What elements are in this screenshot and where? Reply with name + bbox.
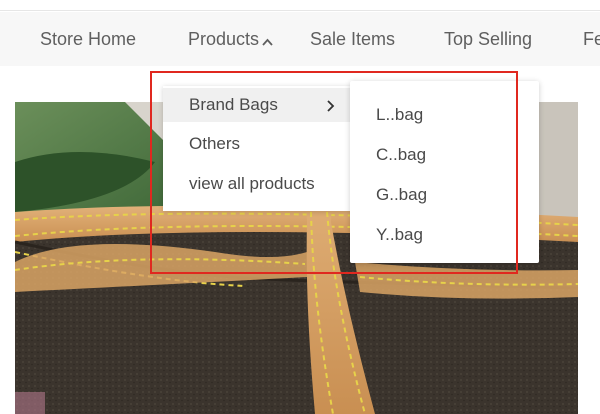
nav-sale-items[interactable]: Sale Items bbox=[310, 24, 395, 54]
top-border bbox=[0, 0, 600, 11]
submenu-item-g-bag[interactable]: G..bag bbox=[350, 178, 539, 212]
store-nav-bar: Store Home Products Sale Items Top Selli… bbox=[0, 12, 600, 66]
nav-top-selling[interactable]: Top Selling bbox=[444, 24, 532, 54]
menu-item-label: Brand Bags bbox=[189, 95, 278, 114]
nav-products-label: Products bbox=[188, 29, 260, 49]
brand-bags-submenu: L..bag C..bag G..bag Y..bag bbox=[350, 81, 539, 263]
menu-item-others[interactable]: Others bbox=[163, 127, 351, 161]
nav-featured-truncated[interactable]: Fe bbox=[583, 24, 600, 54]
menu-item-brand-bags[interactable]: Brand Bags bbox=[163, 88, 351, 122]
submenu-item-y-bag[interactable]: Y..bag bbox=[350, 218, 539, 252]
products-dropdown-menu: Brand Bags Others view all products bbox=[163, 86, 351, 211]
chevron-up-icon bbox=[262, 25, 273, 55]
chevron-right-icon bbox=[326, 88, 335, 122]
menu-item-view-all-products[interactable]: view all products bbox=[163, 167, 351, 201]
submenu-item-l-bag[interactable]: L..bag bbox=[350, 98, 539, 132]
nav-products[interactable]: Products bbox=[188, 24, 273, 54]
submenu-item-c-bag[interactable]: C..bag bbox=[350, 138, 539, 172]
nav-store-home[interactable]: Store Home bbox=[40, 24, 136, 54]
